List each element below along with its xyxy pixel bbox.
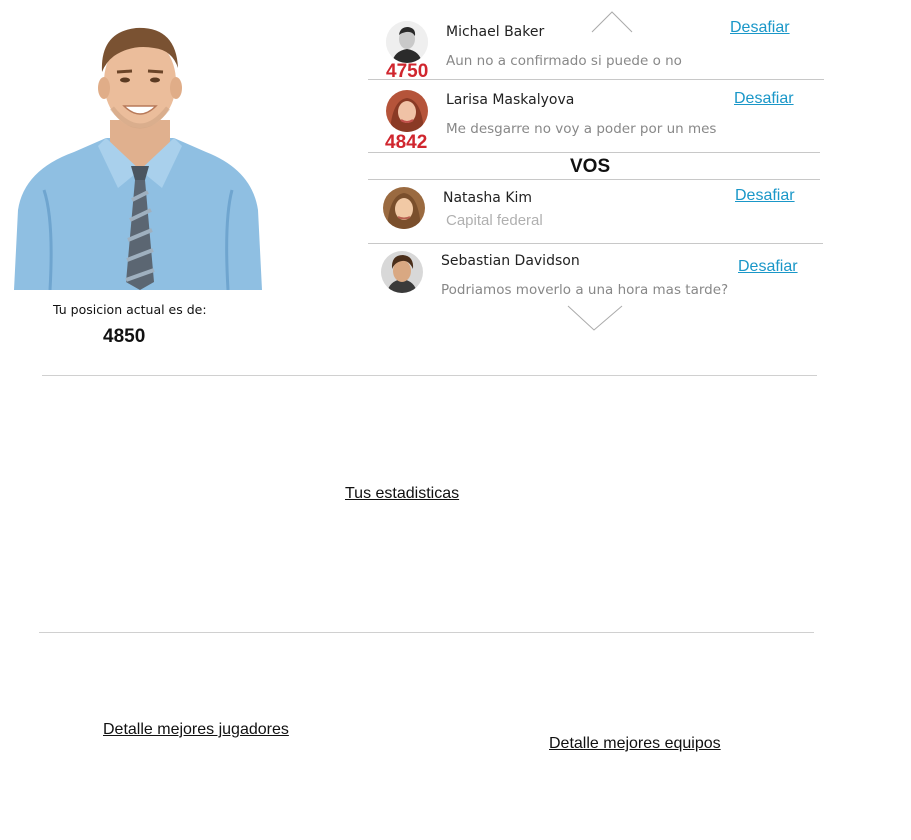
stats-link[interactable]: Tus estadisticas (345, 485, 459, 503)
player-name: Larisa Maskalyova (446, 92, 575, 108)
player-message: Me desgarre no voy a poder por un mes (446, 121, 717, 137)
divider (368, 179, 820, 180)
chevron-up-icon[interactable] (590, 10, 634, 34)
divider (368, 243, 823, 244)
player-message: Podriamos moverlo a una hora mas tarde? (441, 282, 729, 298)
position-value: 4850 (103, 326, 146, 347)
player-score: 4842 (385, 132, 428, 153)
challenge-link[interactable]: Desafiar (734, 90, 794, 108)
current-user-marker: VOS (570, 156, 611, 177)
player-name: Sebastian Davidson (441, 253, 580, 269)
best-teams-link[interactable]: Detalle mejores equipos (549, 735, 721, 753)
player-message: Capital federal (446, 212, 543, 229)
profile-photo (14, 20, 262, 290)
player-message: Aun no a confirmado si puede o no (446, 53, 682, 68)
challenge-link[interactable]: Desafiar (735, 187, 795, 205)
challenge-link[interactable]: Desafiar (738, 258, 798, 276)
avatar (386, 21, 428, 63)
best-players-link[interactable]: Detalle mejores jugadores (103, 721, 289, 739)
section-divider (42, 375, 817, 376)
divider (368, 152, 820, 153)
chevron-down-icon[interactable] (566, 304, 624, 332)
position-label: Tu posicion actual es de: (53, 302, 207, 317)
divider (368, 79, 824, 80)
section-divider (39, 632, 814, 633)
avatar (381, 251, 423, 293)
player-name: Michael Baker (446, 24, 545, 40)
avatar (386, 90, 428, 132)
avatar (383, 187, 425, 229)
player-name: Natasha Kim (443, 190, 533, 206)
challenge-link[interactable]: Desafiar (730, 19, 790, 37)
